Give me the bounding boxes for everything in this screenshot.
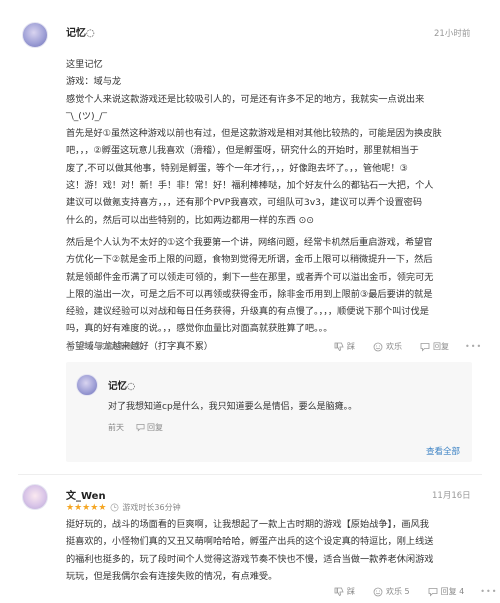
like-label: 欢乐 5 [386,587,410,596]
dislike-label: 踩 [347,342,355,351]
phone-icon [67,342,74,351]
like-button[interactable]: 欢乐 5 [373,586,410,597]
review-line: 方优化一下②就是金币上限的问题，食物到觉得无所谓，金币上限可以稍微提升一下，然后 [66,254,433,266]
avatar[interactable] [22,22,48,48]
username[interactable]: 文_Wen [66,487,106,502]
star-icon: ★ [98,502,107,513]
review-line: 挺好玩的，战斗的场面看的巨爽啊，让我想起了一款上古时期的游戏【原始战争】，画风我 [66,519,429,530]
reply-button[interactable]: 回复 [420,341,449,352]
reply-icon [136,423,145,432]
reply-button[interactable]: 回复 4 [428,586,465,597]
review-line: 游戏：域与龙 [66,76,122,88]
reply-reply-label: 回复 [147,423,163,432]
review-line: 吧，，，②孵蛋这玩意儿我喜欢（滑稽），但是孵蛋呀，研究什么的开始时，那里就相当于 [66,145,419,157]
review-rating-row: ★★★★★ 游戏时长36分钟 [66,502,181,513]
reply-meta: 前天 回复 [108,422,163,433]
review-line: 玩玩，但是我偶尔会有连接失败的情况，有点难受。 [66,570,278,582]
review-line: 经验，建议经验可以对战和每日任务获得，升级真的有点慢了。，，，顺便说下那个叫讨伐… [66,306,429,318]
review-line: 吗，真的好有难度的说。，，感觉你血量比对面高就获胜算了吧。。。 [66,323,333,335]
review-line: 感觉个人来说这款游戏还是比较吸引人的，可是还有许多不足的地方，我就实一点说出来 [66,93,425,105]
review-actions: 踩 欢乐 回复 ••• [316,341,482,352]
star-rating: ★★★★★ [66,503,106,513]
timestamp: 11月16日 [432,491,471,501]
username[interactable]: 记忆◌ [66,24,95,39]
reply-thread: 记忆◌ 对了我想知道cp是什么，我只知道要么是情侣，要么是脑瘫。。 前天 回复 [66,362,472,462]
review-line: 这里记忆 [66,59,103,70]
review-line: 什么的，然后可以出些特别的，比如两边都用一样的东西 ⊙⊙ [66,214,315,226]
thumb-down-icon [334,342,344,351]
review-line: 就是领邮件金币满了可以领走可领的，剩下一些在那里，或者弄个可以溢出金币，领完可无 [66,271,434,283]
avatar[interactable] [76,374,98,396]
review-line: 的福利也挺多的，玩了段时间个人觉得这游戏节奏不快也不慢，适合当做一款养老休闲游戏 [66,553,434,565]
like-button[interactable]: 欢乐 [373,341,402,352]
reply-username[interactable]: 记忆◌ [108,378,135,392]
review-line: 建议可以做氪支持喜方，，，还有那个PVP我喜欢，可组队可3v3，建议可以弄个设置… [66,197,423,209]
review-line: 挺喜欢的，小怪物们真的又丑又萌啊哈哈哈，孵蛋产出兵的这个设定真的特逗比，刚上线送 [66,536,434,548]
device-label: 华为 荣耀8青春版 [78,342,142,351]
thumb-down-icon [334,587,344,596]
review-body: 这里记忆 游戏：域与龙 感觉个人来说这款游戏还是比较吸引人的，可是还有许多不足的… [66,56,472,355]
reply-label: 回复 4 [440,587,465,596]
review-page: 记忆◌ 21小时前 这里记忆 游戏：域与龙 感觉个人来说这款游戏还是比较吸引人的… [0,0,500,603]
reply-time: 前天 [108,423,124,432]
more-icon[interactable]: ••• [465,342,482,351]
like-label: 欢乐 [386,342,402,351]
smile-icon [373,587,383,596]
dislike-label: 踩 [347,587,355,596]
reply-icon [428,587,438,596]
smile-icon [373,342,383,351]
timestamp: 21小时前 [434,29,471,39]
review-line: 首先是好①虽然这种游戏以前也有过，但是这款游戏是相对其他比较热的，可能是因为换皮… [66,128,442,140]
divider [18,474,482,475]
view-all-link[interactable]: 查看全部 [426,445,460,457]
avatar[interactable] [22,484,48,510]
review-line: 废了,不可以做其他事，特别是孵蛋，等个一年才行，，，好像跑去坏了。，，管他呢！③ [66,162,408,174]
playtime: 游戏时长36分钟 [122,503,181,512]
device-info: 华为 荣耀8青春版 [66,341,142,352]
reply-reply-button[interactable]: 回复 [136,422,163,433]
clock-icon [110,503,119,512]
review-actions: 踩 欢乐 5 回复 4 ••• [316,586,497,597]
dislike-button[interactable]: 踩 [334,586,355,597]
more-icon[interactable]: ••• [480,587,497,596]
review-line: 然后是个人认为不太好的①这个我要第一个讲，网络问题，经常卡机然后重启游戏，希望官 [66,236,433,248]
reply-icon [420,342,430,351]
review-line: 上限的溢出一次，可是之后不可以再领或获得金币，除非金币用到上限前③最后要讲的就是 [66,288,433,300]
star-icon: ★ [66,502,75,513]
review-body: 挺好玩的，战斗的场面看的巨爽啊，让我想起了一款上古时期的游戏【原始战争】，画风我… [66,516,472,585]
review-line: 这！游！戏！对！新！手！非！常！好！福利棒棒哒，加个好友什么的都钻石一大把，个人 [66,180,434,192]
star-icon: ★ [74,502,83,513]
dislike-button[interactable]: 踩 [334,341,355,352]
reply-label: 回复 [433,342,449,351]
review-line: ‾\_(ツ)_/‾ [66,110,107,122]
reply-text: 对了我想知道cp是什么，我只知道要么是情侣，要么是脑瘫。。 [108,402,358,412]
